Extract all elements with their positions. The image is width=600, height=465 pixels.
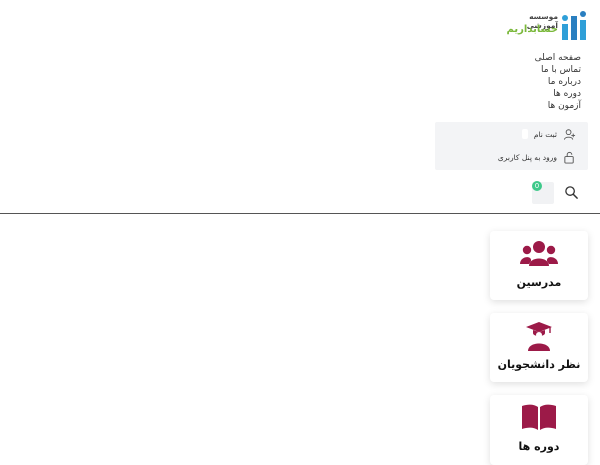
header-divider — [0, 213, 600, 214]
nav-item-exams[interactable]: آزمون ها — [535, 100, 581, 112]
header-toolbar: 0 — [528, 180, 588, 206]
logo-title: حسابداریم — [506, 24, 558, 35]
users-icon — [520, 241, 558, 266]
graduate-icon — [526, 322, 552, 351]
login-label: ورود به پنل کاربری — [497, 152, 557, 162]
auth-panel: ثبت نام ورود به پنل کاربری — [435, 122, 588, 170]
book-icon — [522, 404, 556, 430]
card-teachers[interactable]: مدرسین — [490, 231, 588, 300]
logo-chart-icon — [562, 11, 586, 40]
add-user-icon — [563, 128, 576, 140]
site-logo[interactable]: موسسه آموزشی حسابداریم — [500, 10, 592, 44]
nav-item-courses[interactable]: دوره ها — [535, 88, 581, 100]
card-courses[interactable]: دوره ها — [490, 395, 588, 465]
register-label: ثبت نام — [533, 129, 557, 139]
lock-icon — [564, 151, 574, 164]
login-link[interactable]: ورود به پنل کاربری — [498, 150, 576, 164]
card-courses-title: دوره ها — [518, 440, 560, 453]
nav-item-contact[interactable]: تماس با ما — [535, 64, 581, 76]
nav-item-about[interactable]: درباره ما — [535, 76, 581, 88]
card-student-reviews-title: نظر دانشجویان — [497, 358, 581, 371]
search-icon[interactable] — [564, 185, 579, 200]
register-badge — [521, 129, 528, 139]
card-teachers-title: مدرسین — [516, 276, 562, 289]
cart-count-badge: 0 — [532, 181, 542, 191]
cart-button[interactable]: 0 — [532, 181, 554, 204]
nav-item-home[interactable]: صفحه اصلی — [535, 52, 581, 64]
main-nav: صفحه اصلی تماس با ما درباره ما دوره ها آ… — [535, 52, 581, 112]
card-student-reviews[interactable]: نظر دانشجویان — [490, 313, 588, 382]
register-link[interactable]: ثبت نام — [521, 127, 576, 141]
